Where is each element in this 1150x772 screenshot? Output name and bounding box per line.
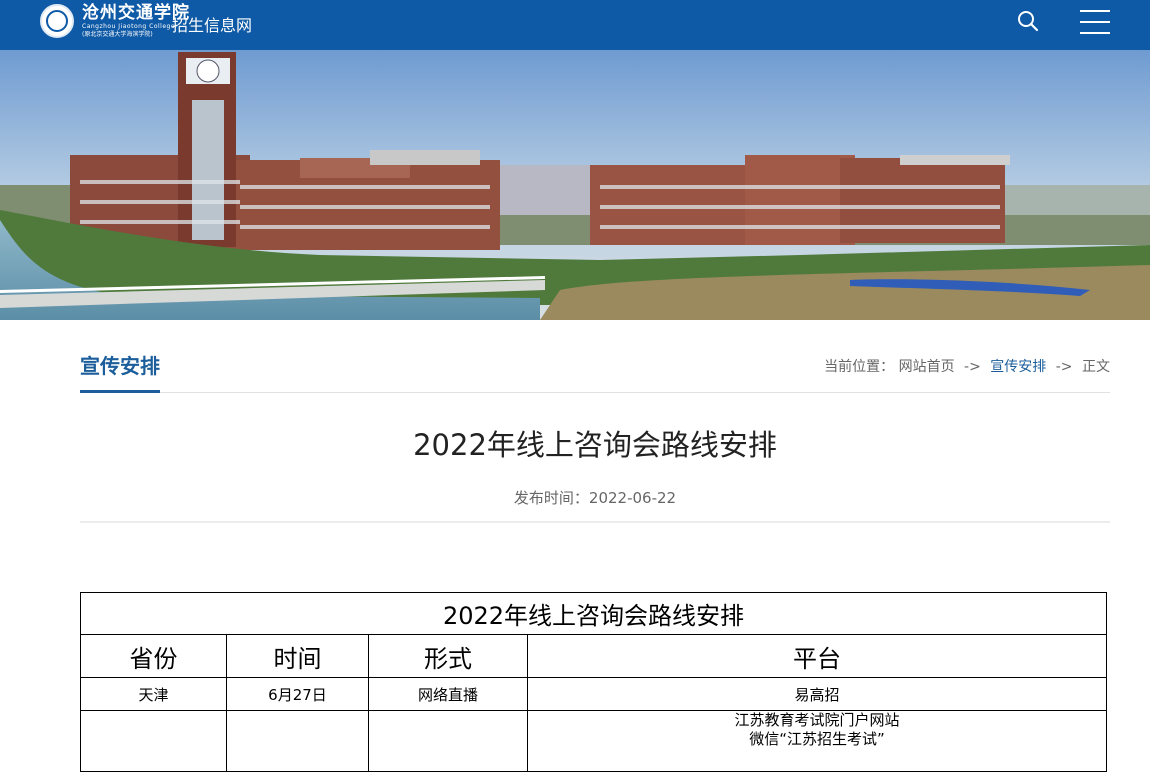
table-row: 江苏教育考试院门户网站 微信“江苏招生考试” bbox=[80, 710, 1108, 772]
table-row: 天津 6月27日 网络直播 易高招 bbox=[80, 677, 1108, 711]
breadcrumb-separator: -> bbox=[964, 359, 981, 375]
table-caption-row: 2022年线上咨询会路线安排 bbox=[79, 592, 1108, 635]
cell-province bbox=[80, 710, 227, 772]
section-title: 宣传安排 bbox=[80, 350, 160, 393]
campus-banner-image bbox=[0, 50, 1150, 320]
platform-line: 江苏教育考试院门户网站 bbox=[734, 711, 900, 729]
search-icon[interactable] bbox=[1016, 9, 1040, 33]
column-header-time: 时间 bbox=[226, 634, 369, 678]
article-title: 2022年线上咨询会路线安排 bbox=[413, 428, 777, 462]
breadcrumb-separator: -> bbox=[1055, 359, 1073, 375]
platform-line: 微信“江苏招生考试” bbox=[749, 730, 885, 748]
table-caption: 2022年线上咨询会路线安排 bbox=[79, 592, 1108, 635]
cell-platform: 易高招 bbox=[526, 677, 1108, 711]
college-seal-icon bbox=[40, 4, 74, 38]
cell-province: 天津 bbox=[80, 677, 227, 711]
cell-form: 网络直播 bbox=[368, 677, 528, 711]
breadcrumb-prefix: 当前位置： bbox=[824, 359, 895, 375]
top-navigation-bar: 沧州交通学院 Cangzhou Jiaotong College (原北京交通大… bbox=[0, 0, 1150, 50]
breadcrumb-current: 正文 bbox=[1082, 359, 1110, 375]
cell-time: 6月27日 bbox=[226, 677, 369, 711]
column-header-platform: 平台 bbox=[526, 634, 1108, 678]
breadcrumb-section-link[interactable]: 宣传安排 bbox=[990, 359, 1046, 375]
table-header-row: 省份 时间 形式 平台 bbox=[80, 634, 1108, 678]
section-header: 宣传安排 当前位置： 网站首页 -> 宣传安排 -> 正文 bbox=[80, 340, 1110, 393]
cell-form bbox=[368, 710, 528, 772]
route-schedule-table: 2022年线上咨询会路线安排 省份 时间 形式 平台 天津 6月27日 网络直播… bbox=[79, 592, 1108, 772]
cell-platform: 江苏教育考试院门户网站 微信“江苏招生考试” bbox=[526, 710, 1108, 772]
menu-icon[interactable] bbox=[1080, 10, 1110, 34]
breadcrumb: 当前位置： 网站首页 -> 宣传安排 -> 正文 bbox=[824, 356, 1110, 376]
publish-date: 发布时间：2022-06-22 bbox=[513, 489, 677, 507]
column-header-province: 省份 bbox=[80, 634, 227, 678]
cell-time bbox=[226, 710, 369, 772]
site-name[interactable]: 招生信息网 bbox=[172, 12, 252, 36]
column-header-form: 形式 bbox=[368, 634, 528, 678]
college-logo[interactable]: 沧州交通学院 Cangzhou Jiaotong College (原北京交通大… bbox=[40, 4, 190, 38]
breadcrumb-home-link[interactable]: 网站首页 bbox=[899, 359, 955, 375]
title-divider bbox=[80, 521, 1110, 523]
